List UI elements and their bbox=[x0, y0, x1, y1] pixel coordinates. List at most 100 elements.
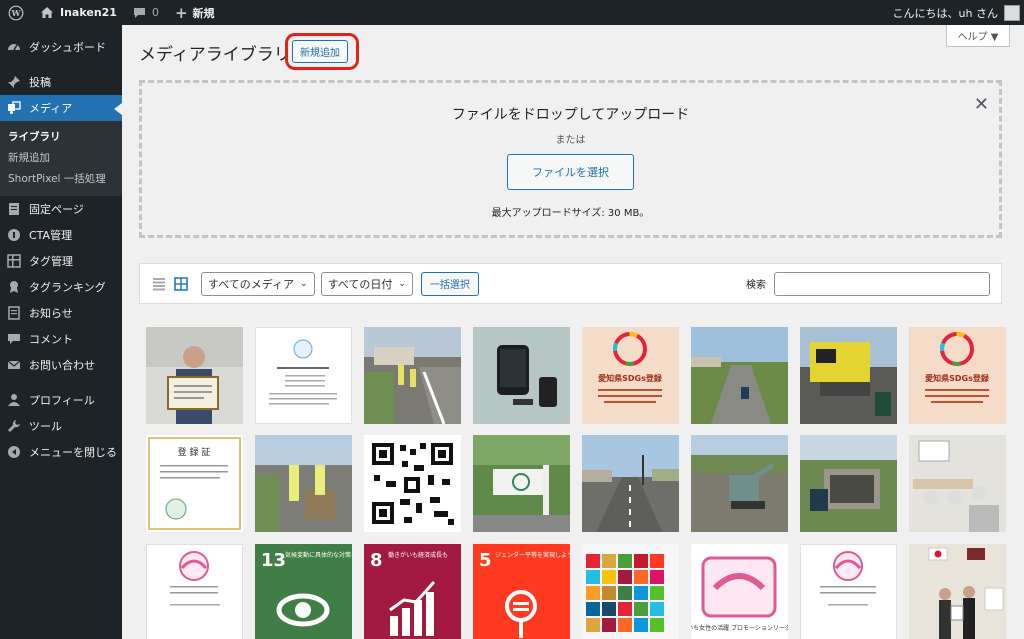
collapse-icon bbox=[6, 444, 22, 460]
sdg5-number: 5 bbox=[479, 550, 492, 571]
media-thumbnail-women-leader-doc[interactable] bbox=[146, 544, 243, 639]
menu-label: お問い合わせ bbox=[29, 359, 95, 372]
close-icon[interactable]: ✕ bbox=[974, 96, 989, 114]
sdg8-caption: 働きがいも経済成長も bbox=[388, 551, 448, 559]
help-tab[interactable]: ヘルプ ▼ bbox=[946, 25, 1010, 47]
menu-item-tag-ranking[interactable]: タグランキング bbox=[0, 274, 122, 300]
menu-item-cta[interactable]: CTA管理 bbox=[0, 222, 122, 248]
menu-label: プロフィール bbox=[29, 394, 95, 407]
dashboard-icon bbox=[6, 39, 22, 55]
menu-item-profile[interactable]: プロフィール bbox=[0, 387, 122, 413]
menu-item-posts[interactable]: 投稿 bbox=[0, 69, 122, 95]
new-label: 新規 bbox=[192, 6, 215, 20]
menu-label: 投稿 bbox=[29, 76, 51, 89]
media-thumbnail-sdg5[interactable]: 5 ジェンダー平等を実現しよう bbox=[473, 544, 570, 639]
sdgs-caption: 愛知県SDGs登録 bbox=[925, 373, 990, 383]
notice-icon bbox=[6, 305, 22, 321]
women-leader-caption: あいち女性の活躍 プロモーションリーダー bbox=[691, 624, 788, 632]
megaphone-icon bbox=[6, 227, 22, 243]
menu-item-pages[interactable]: 固定ページ bbox=[0, 196, 122, 222]
admin-bar: W Inaken21 0 + 新規 こんにちは、uh さん bbox=[0, 0, 1024, 25]
list-view-icon[interactable] bbox=[151, 276, 167, 292]
media-toolbar: すべてのメディア ⌄ すべての日付 ⌄ 一括選択 検索 bbox=[139, 263, 1002, 304]
menu-label: メニューを閉じる bbox=[29, 446, 117, 459]
media-thumbnail-street[interactable] bbox=[582, 435, 679, 532]
menu-label: CTA管理 bbox=[29, 229, 73, 242]
user-greeting[interactable]: こんにちは、uh さん bbox=[893, 5, 998, 21]
media-submenu: ライブラリ 新規追加 ShortPixel 一括処理 bbox=[0, 121, 122, 196]
date-filter-value: すべての日付 bbox=[327, 277, 393, 291]
media-thumbnail-women-leader-logo[interactable]: あいち女性の活躍 プロモーションリーダー bbox=[691, 544, 788, 639]
media-thumbnail-device[interactable] bbox=[473, 327, 570, 424]
page-icon bbox=[6, 201, 22, 217]
menu-item-contact[interactable]: お問い合わせ bbox=[0, 352, 122, 378]
grid-view-icon[interactable] bbox=[173, 276, 189, 292]
pin-icon bbox=[6, 74, 22, 90]
sdg13-number: 13 bbox=[261, 550, 286, 571]
select-files-button[interactable]: ファイルを選択 bbox=[507, 154, 634, 190]
bulk-select-button[interactable]: 一括選択 bbox=[420, 271, 479, 296]
media-thumbnail-signboard[interactable] bbox=[473, 435, 570, 532]
wordpress-logo-icon[interactable]: W bbox=[0, 0, 32, 25]
search-label: 検索 bbox=[746, 280, 766, 291]
comment-count: 0 bbox=[151, 6, 159, 19]
menu-label: タグ管理 bbox=[29, 255, 73, 268]
avatar[interactable] bbox=[1004, 4, 1020, 21]
or-text: または bbox=[555, 135, 586, 146]
new-content-link[interactable]: + 新規 bbox=[167, 0, 223, 25]
ribbon-icon bbox=[6, 279, 22, 295]
mail-icon bbox=[6, 357, 22, 373]
media-thumbnail-award-photo[interactable] bbox=[146, 327, 243, 424]
media-thumbnail-sdgs-registration[interactable]: 愛知県SDGs登録 bbox=[582, 327, 679, 424]
certificate-caption: 登 録 証 bbox=[178, 446, 211, 458]
search-input[interactable] bbox=[774, 271, 990, 296]
sdg13-caption: 気候変動に具体的な対策を bbox=[285, 551, 352, 559]
media-thumbnail-road-work[interactable] bbox=[364, 327, 461, 424]
site-name-link[interactable]: Inaken21 bbox=[32, 0, 125, 25]
upload-dropzone[interactable]: ✕ ファイルをドロップしてアップロード または ファイルを選択 最大アップロード… bbox=[139, 80, 1002, 238]
media-thumbnail-office[interactable] bbox=[909, 435, 1006, 532]
max-upload-size: 最大アップロードサイズ: 30 MB。 bbox=[491, 208, 650, 219]
page-title: メディアライブラリ bbox=[139, 45, 291, 65]
menu-item-notice[interactable]: お知らせ bbox=[0, 300, 122, 326]
media-thumbnail-women-leader-doc-2[interactable] bbox=[800, 544, 897, 639]
svg-text:W: W bbox=[11, 8, 22, 18]
media-thumbnail-excavator[interactable] bbox=[691, 435, 788, 532]
media-thumbnail-sdg13[interactable]: 13 気候変動に具体的な対策を bbox=[255, 544, 352, 639]
menu-item-comments[interactable]: コメント bbox=[0, 326, 122, 352]
media-icon bbox=[6, 100, 22, 116]
chevron-down-icon: ⌄ bbox=[300, 278, 308, 289]
submenu-shortpixel[interactable]: ShortPixel 一括処理 bbox=[0, 169, 122, 190]
annotation-highlight bbox=[285, 33, 359, 70]
media-thumbnail-certificate[interactable]: 登 録 証 bbox=[146, 435, 243, 532]
media-thumbnail-sdgs-registration-2[interactable]: 愛知県SDGs登録 bbox=[909, 327, 1006, 424]
menu-label: お知らせ bbox=[29, 307, 73, 320]
comments-link[interactable]: 0 bbox=[125, 0, 167, 25]
submenu-library[interactable]: ライブラリ bbox=[0, 127, 122, 148]
menu-item-tools[interactable]: ツール bbox=[0, 413, 122, 439]
media-thumbnail-sdgs-grid[interactable] bbox=[582, 544, 679, 639]
media-thumbnail-sdg8[interactable]: 8 働きがいも経済成長も bbox=[364, 544, 461, 639]
media-thumbnail-culvert[interactable] bbox=[800, 435, 897, 532]
menu-label: 固定ページ bbox=[29, 203, 84, 216]
tag-grid-icon bbox=[6, 253, 22, 269]
sdg8-number: 8 bbox=[370, 550, 383, 571]
media-thumbnail-road[interactable] bbox=[691, 327, 788, 424]
menu-item-dashboard[interactable]: ダッシュボード bbox=[0, 34, 122, 60]
date-filter[interactable]: すべての日付 ⌄ bbox=[320, 271, 413, 296]
media-thumbnail-document[interactable] bbox=[255, 327, 352, 424]
media-thumbnail-paving-machine[interactable] bbox=[800, 327, 897, 424]
media-type-filter[interactable]: すべてのメディア ⌄ bbox=[201, 271, 315, 296]
media-thumbnail-ceremony[interactable] bbox=[909, 544, 1006, 639]
main-content: ヘルプ ▼ メディアライブラリ 新規追加 ✕ ファイルをドロップしてアップロード… bbox=[122, 25, 1024, 639]
submenu-add-new[interactable]: 新規追加 bbox=[0, 148, 122, 169]
chevron-down-icon: ⌄ bbox=[398, 278, 406, 289]
menu-item-media[interactable]: メディア bbox=[0, 95, 122, 121]
media-thumbnail-qr-code[interactable] bbox=[364, 435, 461, 532]
user-icon bbox=[6, 392, 22, 408]
comment-icon bbox=[6, 331, 22, 347]
media-thumbnail-workers[interactable] bbox=[255, 435, 352, 532]
menu-label: ダッシュボード bbox=[29, 41, 106, 54]
menu-item-collapse[interactable]: メニューを閉じる bbox=[0, 439, 122, 465]
menu-item-tag-manage[interactable]: タグ管理 bbox=[0, 248, 122, 274]
